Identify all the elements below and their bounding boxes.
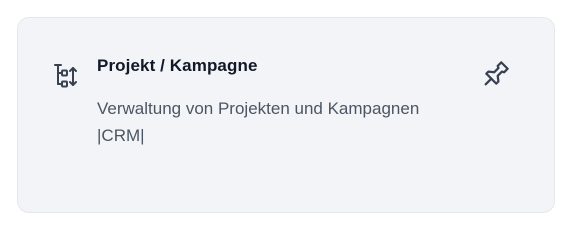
- app-card[interactable]: Projekt / Kampagne Verwaltung von Projek…: [17, 17, 555, 213]
- hierarchy-sort-icon: [52, 60, 82, 90]
- card-description: Verwaltung von Projekten und Kampagnen |…: [97, 99, 420, 145]
- pin-icon[interactable]: [480, 56, 514, 90]
- card-title: Projekt / Kampagne: [97, 56, 258, 75]
